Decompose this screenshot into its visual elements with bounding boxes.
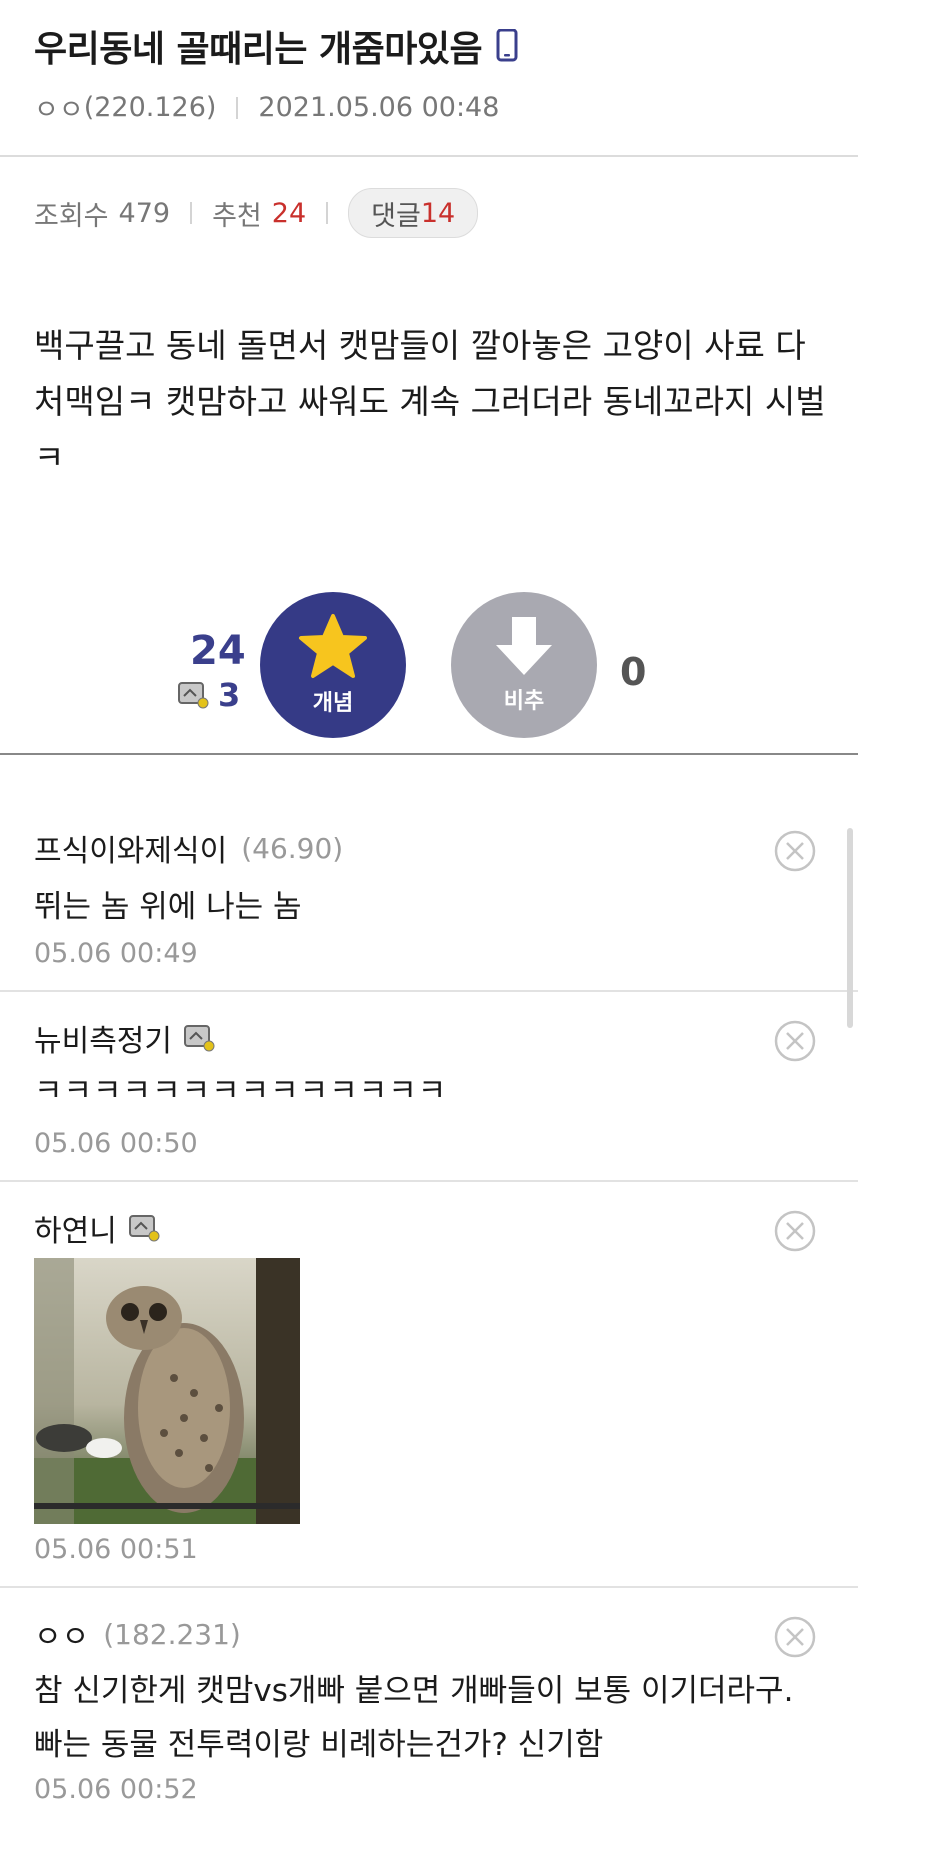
upvote-button[interactable]: 개념 — [260, 592, 406, 738]
comment-author-row: 프식이와제식이 (46.90) — [34, 826, 343, 870]
comment-text: 뛰는 놈 위에 나는 놈 — [34, 889, 302, 925]
comment-author-row: ㅇㅇ (182.231) — [34, 1612, 241, 1656]
comment-divider — [0, 1180, 858, 1182]
post-datetime: 2021.05.06 00:48 — [258, 92, 500, 123]
upvote-label: 개념 — [312, 690, 354, 715]
owl-image — [34, 1258, 300, 1524]
meta-divider — [236, 96, 239, 119]
post-header: 우리동네 골때리는 개줌마있음 — [34, 18, 518, 74]
comment-date: 05.06 00:52 — [34, 1774, 198, 1805]
delete-comment-icon[interactable] — [774, 1616, 816, 1658]
stats-divider — [190, 202, 193, 224]
comment-author-row: 하연니 — [34, 1206, 161, 1250]
comment-author-row: 뉴비측정기 — [34, 1016, 216, 1060]
delete-comment-icon[interactable] — [774, 830, 816, 872]
arrow-down-icon — [496, 617, 552, 675]
comment-author[interactable]: 뉴비측정기 — [34, 1016, 172, 1060]
comment-date: 05.06 00:50 — [34, 1128, 198, 1159]
fixed-user-icon — [184, 1025, 215, 1052]
comment-divider — [0, 1586, 858, 1588]
comments-button[interactable]: 댓글 14 — [348, 188, 479, 238]
fixed-count-value: 3 — [218, 676, 241, 714]
comments-label: 댓글 — [371, 200, 421, 232]
recommend-label: 추천 — [212, 200, 262, 232]
post-stats: 조회수 479 추천 24 댓글 14 — [34, 188, 479, 238]
comment-author[interactable]: ㅇㅇ — [34, 1612, 89, 1656]
vote-area: 24 3 개념 비추 0 — [0, 588, 858, 738]
post-meta: ㅇㅇ (220.126) 2021.05.06 00:48 — [34, 88, 499, 127]
comment-date: 05.06 00:51 — [34, 1534, 198, 1565]
post-author[interactable]: ㅇㅇ — [34, 88, 84, 127]
star-icon — [299, 614, 367, 678]
comment-date: 05.06 00:49 — [34, 938, 198, 969]
comments-divider — [0, 753, 858, 755]
views-count: 479 — [118, 197, 171, 229]
downvote-count: 0 — [620, 650, 647, 694]
upvote-count: 24 — [190, 628, 246, 674]
post-title: 우리동네 골때리는 개줌마있음 — [34, 29, 483, 70]
downvote-label: 비추 — [503, 688, 545, 713]
header-divider — [0, 155, 858, 157]
comments-count: 14 — [420, 197, 456, 229]
comment-text: ㅋㅋㅋㅋㅋㅋㅋㅋㅋㅋㅋㅋㅋㅋ — [34, 1073, 448, 1109]
downvote-button[interactable]: 비추 — [451, 592, 597, 738]
stats-divider — [326, 202, 329, 224]
comment-text: 참 신기한게 캣맘vs개빠 붙으면 개빠들이 보통 이기더라구. 빠는 동물 전… — [34, 1673, 794, 1763]
fixed-user-icon — [178, 682, 209, 709]
views-label: 조회수 — [34, 200, 109, 232]
comment-divider — [0, 990, 858, 992]
comment-author[interactable]: 프식이와제식이 — [34, 826, 227, 870]
fixed-upvote-count: 3 — [178, 676, 240, 714]
mobile-icon — [496, 29, 518, 62]
delete-comment-icon[interactable] — [774, 1020, 816, 1062]
comment-ip: (46.90) — [241, 831, 344, 865]
comment-author[interactable]: 하연니 — [34, 1206, 117, 1250]
recommend-count: 24 — [271, 197, 307, 229]
delete-comment-icon[interactable] — [774, 1210, 816, 1252]
post-body: 백구끌고 동네 돌면서 캣맘들이 깔아놓은 고양이 사료 다처맥임ㅋ 캣맘하고 … — [34, 326, 826, 477]
post-author-ip: (220.126) — [83, 92, 217, 123]
comment-ip: (182.231) — [103, 1617, 241, 1651]
scrollbar[interactable] — [847, 828, 853, 1028]
fixed-user-icon — [128, 1215, 160, 1242]
comment-image[interactable] — [34, 1258, 300, 1524]
